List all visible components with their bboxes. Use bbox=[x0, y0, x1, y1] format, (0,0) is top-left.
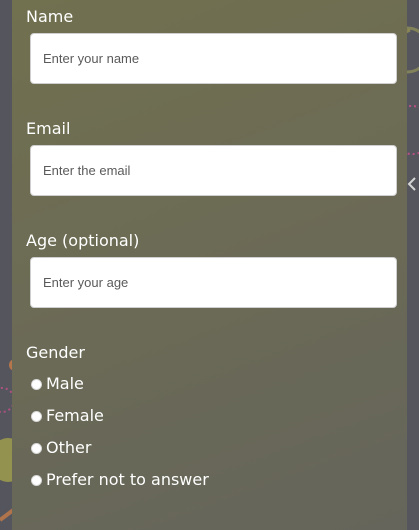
gender-label: Gender bbox=[26, 343, 85, 362]
gender-option-other[interactable]: Other bbox=[31, 437, 91, 459]
email-input[interactable] bbox=[30, 145, 397, 196]
email-label: Email bbox=[26, 119, 71, 138]
radio-button-other[interactable] bbox=[31, 442, 42, 454]
name-input[interactable] bbox=[30, 33, 397, 84]
gender-option-label: Other bbox=[46, 438, 92, 457]
radio-button-prefer-not[interactable] bbox=[31, 474, 42, 486]
gender-option-female[interactable]: Female bbox=[31, 405, 104, 427]
gender-option-male[interactable]: Male bbox=[31, 373, 84, 395]
age-label: Age (optional) bbox=[26, 231, 140, 250]
age-input[interactable] bbox=[30, 257, 397, 308]
name-label: Name bbox=[26, 7, 74, 26]
gender-option-label: Female bbox=[46, 406, 104, 425]
radio-button-male[interactable] bbox=[31, 378, 42, 390]
gender-option-label: Prefer not to answer bbox=[46, 470, 209, 489]
gender-option-prefer-not[interactable]: Prefer not to answer bbox=[31, 469, 209, 491]
gender-option-label: Male bbox=[46, 374, 84, 393]
radio-button-female[interactable] bbox=[31, 410, 42, 422]
decor-chevron bbox=[407, 177, 416, 191]
